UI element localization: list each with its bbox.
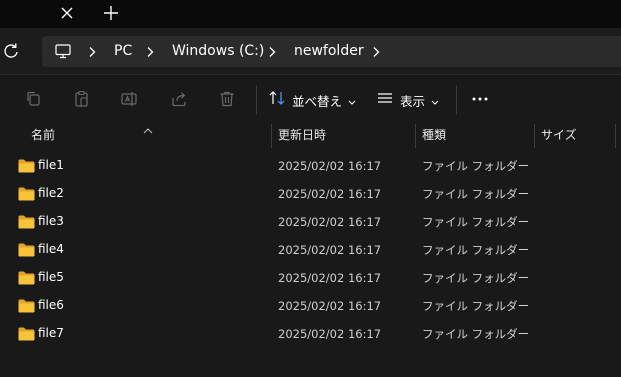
column-header-type[interactable]: 種類 — [422, 122, 446, 148]
toolbar-divider — [256, 85, 257, 115]
column-resize-handle[interactable] — [615, 124, 616, 148]
folder-icon — [18, 270, 35, 285]
file-row[interactable]: file7 2025/02/02 16:17 ファイル フォルダー — [0, 320, 621, 348]
file-row[interactable]: file2 2025/02/02 16:17 ファイル フォルダー — [0, 180, 621, 208]
chevron-right-icon[interactable] — [266, 44, 278, 58]
file-type: ファイル フォルダー — [422, 243, 530, 257]
file-date: 2025/02/02 16:17 — [278, 271, 382, 285]
folder-icon — [18, 158, 35, 173]
sort-icon — [268, 89, 286, 111]
chevron-right-icon[interactable] — [370, 44, 382, 58]
file-row[interactable]: file1 2025/02/02 16:17 ファイル フォルダー — [0, 152, 621, 180]
breadcrumb-newfolder[interactable]: newfolder — [294, 42, 364, 60]
monitor-icon[interactable] — [54, 42, 72, 60]
view-button[interactable]: 表示 — [376, 87, 439, 113]
file-date: 2025/02/02 16:17 — [278, 327, 382, 341]
share-icon[interactable] — [169, 89, 189, 109]
copy-icon[interactable] — [24, 89, 44, 109]
chevron-down-icon — [431, 91, 439, 110]
file-type: ファイル フォルダー — [422, 159, 530, 173]
file-name: file7 — [38, 326, 64, 340]
view-label: 表示 — [400, 93, 426, 109]
file-type: ファイル フォルダー — [422, 271, 530, 285]
folder-icon — [18, 186, 35, 201]
file-row[interactable]: file6 2025/02/02 16:17 ファイル フォルダー — [0, 292, 621, 320]
sort-button[interactable]: 並べ替え — [268, 87, 356, 113]
column-header-size[interactable]: サイズ — [541, 122, 577, 148]
column-resize-handle[interactable] — [271, 124, 272, 148]
sort-label: 並べ替え — [292, 93, 343, 109]
refresh-icon[interactable] — [2, 42, 20, 60]
new-tab-icon[interactable] — [100, 2, 122, 24]
file-name: file4 — [38, 242, 64, 256]
file-name: file5 — [38, 270, 64, 284]
file-type: ファイル フォルダー — [422, 187, 530, 201]
file-row[interactable]: file3 2025/02/02 16:17 ファイル フォルダー — [0, 208, 621, 236]
navigation-bar: PC Windows (C:) newfolder — [0, 28, 621, 74]
sort-ascending-icon — [142, 120, 154, 134]
file-name: file2 — [38, 186, 64, 200]
close-tab-icon[interactable] — [56, 2, 78, 24]
file-row[interactable]: file5 2025/02/02 16:17 ファイル フォルダー — [0, 264, 621, 292]
column-resize-handle[interactable] — [534, 124, 535, 148]
tab-strip — [0, 0, 621, 28]
column-header-date[interactable]: 更新日時 — [278, 122, 326, 148]
file-type: ファイル フォルダー — [422, 299, 530, 313]
folder-icon — [18, 242, 35, 257]
breadcrumb-drive[interactable]: Windows (C:) — [172, 42, 264, 60]
folder-icon — [18, 326, 35, 341]
chevron-right-icon[interactable] — [86, 44, 98, 58]
address-bar[interactable]: PC Windows (C:) newfolder — [42, 36, 621, 67]
file-date: 2025/02/02 16:17 — [278, 215, 382, 229]
file-type: ファイル フォルダー — [422, 327, 530, 341]
file-date: 2025/02/02 16:17 — [278, 159, 382, 173]
column-header-name[interactable]: 名前 — [31, 122, 55, 148]
file-name: file6 — [38, 298, 64, 312]
command-bar: 並べ替え 表示 — [0, 75, 621, 125]
file-name: file1 — [38, 158, 64, 172]
toolbar-divider — [456, 85, 457, 115]
file-date: 2025/02/02 16:17 — [278, 243, 382, 257]
list-view-icon — [376, 89, 394, 111]
column-headers: 名前 更新日時 種類 サイズ — [0, 122, 621, 148]
chevron-right-icon[interactable] — [144, 44, 156, 58]
file-date: 2025/02/02 16:17 — [278, 299, 382, 313]
chevron-down-icon — [348, 91, 356, 110]
file-name: file3 — [38, 214, 64, 228]
folder-icon — [18, 298, 35, 313]
breadcrumb-pc[interactable]: PC — [114, 42, 132, 60]
file-row[interactable]: file4 2025/02/02 16:17 ファイル フォルダー — [0, 236, 621, 264]
column-resize-handle[interactable] — [415, 124, 416, 148]
folder-icon — [18, 214, 35, 229]
file-date: 2025/02/02 16:17 — [278, 187, 382, 201]
file-type: ファイル フォルダー — [422, 215, 530, 229]
more-options-icon[interactable] — [470, 89, 490, 109]
rename-icon[interactable] — [119, 89, 139, 109]
delete-icon[interactable] — [217, 89, 237, 109]
paste-icon[interactable] — [72, 89, 92, 109]
